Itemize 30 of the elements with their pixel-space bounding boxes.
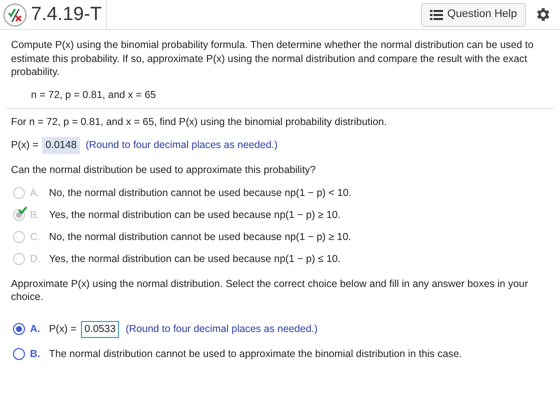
rounding-hint: (Round to four decimal places as needed.)	[126, 322, 318, 336]
given-values: n = 72, p = 0.81, and x = 65	[30, 88, 157, 102]
choice-text: Yes, the normal distribution can be used because np(1 − p) ≥ 10.	[49, 208, 340, 222]
choice-letter: C.	[30, 230, 42, 244]
choice-text: Yes, the normal distribution can be used because np(1 − p) ≤ 10.	[49, 252, 340, 266]
settings-icon[interactable]	[534, 6, 551, 23]
choice-letter: A.	[30, 322, 42, 336]
choice-letter: A.	[30, 186, 41, 200]
choice-letter: D.	[30, 252, 42, 266]
choice-letter: B.	[30, 348, 42, 360]
answer-label: P(x) =	[49, 322, 76, 336]
question-prompt: Can the normal distribution be used to approximate this probability?	[11, 164, 317, 176]
question-help-button[interactable]: Question Help	[421, 2, 526, 26]
rounding-hint: (Round to four decimal places as needed.)	[86, 138, 278, 152]
question-title: 7.4.19-T	[31, 4, 102, 26]
choice-text: The normal distribution cannot be used to approximate the binomial distribution in this case.	[49, 348, 462, 360]
list-icon	[430, 10, 444, 20]
choice-text: No, the normal distribution cannot be used because np(1 − p) < 10.	[49, 186, 352, 200]
problem-statement: Compute P(x) using the binomial probability formula. Then determine whether the normal distribution can be used to estimate this probability. If so, approximate P(x) using the normal distribution and compare the result with the exact probability.	[11, 39, 534, 80]
answer-field: 0.0148	[42, 136, 80, 154]
choice-letter: B.	[30, 208, 41, 222]
radio-button[interactable]	[13, 348, 25, 360]
question-prompt: For n = 72, p = 0.81, and x = 65, find P(x) using the binomial probability distribution.	[11, 116, 388, 128]
check-icon	[18, 206, 27, 214]
radio-button[interactable]	[13, 323, 25, 335]
question-prompt: Approximate P(x) using the normal distribution. Select the correct choice below and fill in any answer boxes in your choice.	[11, 278, 529, 304]
answer-label: P(x) =	[11, 138, 38, 152]
partial-credit-icon	[3, 2, 27, 26]
answer-field[interactable]: 0.0533	[81, 320, 119, 338]
choice-text: No, the normal distribution cannot be used because np(1 − p) ≥ 10.	[49, 230, 352, 244]
